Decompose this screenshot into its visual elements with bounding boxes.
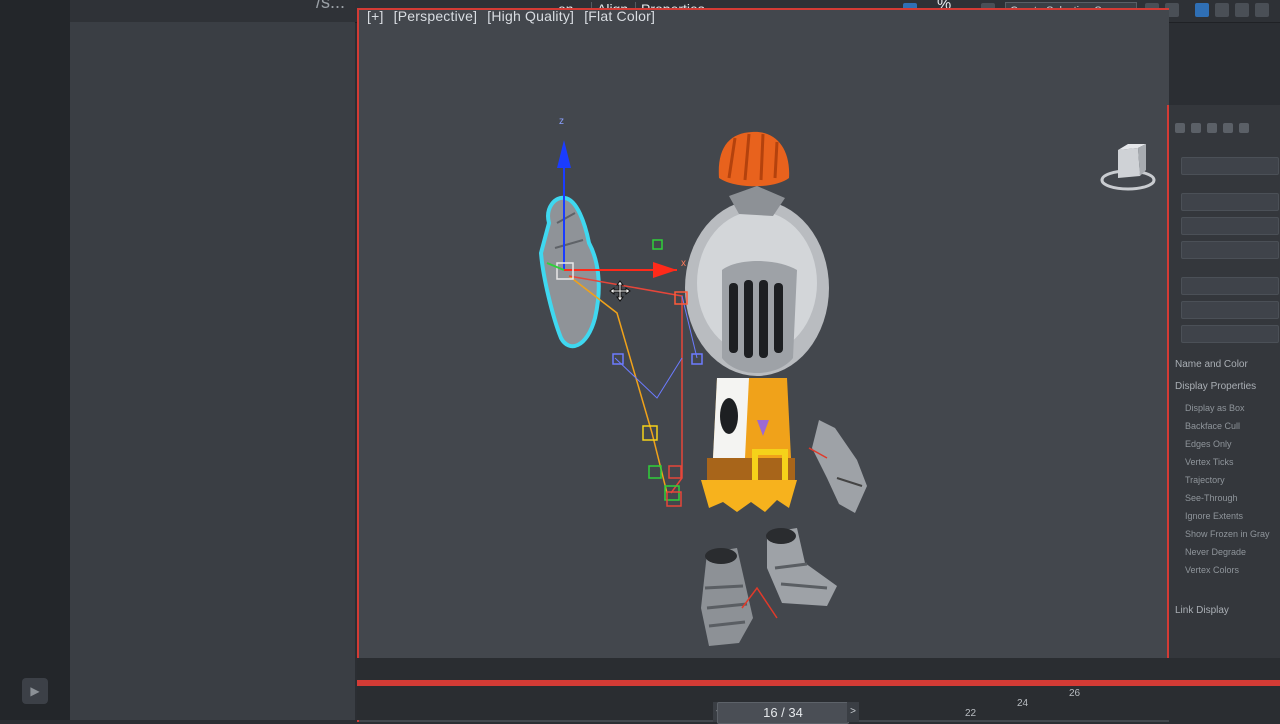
display-option-row[interactable]: Show Frozen in Gray (1185, 529, 1270, 539)
play-icon: ▶ (30, 684, 40, 698)
knight-helmet (685, 186, 829, 376)
move-cursor-icon (609, 280, 631, 302)
timeline-tick-label: 24 (1017, 698, 1029, 709)
display-option-row[interactable]: Display as Box (1185, 403, 1245, 413)
display-tab-icon[interactable] (1239, 123, 1249, 133)
command-panel-tabs[interactable] (1175, 123, 1279, 141)
command-panel-button[interactable] (1181, 301, 1279, 319)
viewcube-icon[interactable] (1100, 140, 1156, 196)
motion-tab-icon[interactable] (1223, 123, 1233, 133)
command-panel: Name and Color Display Properties Displa… (1167, 105, 1280, 720)
ik-bone-chain[interactable] (568, 239, 703, 507)
material-editor-icon[interactable] (1215, 3, 1229, 17)
knight-boots (701, 528, 837, 646)
knight-right-gauntlet (808, 420, 867, 513)
left-panel: /s... (70, 0, 355, 720)
monitor-bezel (0, 0, 70, 720)
knight-helmet-plume (718, 131, 790, 187)
display-option-row[interactable]: Edges Only (1185, 439, 1232, 449)
command-panel-button[interactable] (1181, 217, 1279, 235)
timeline-tick-label: 26 (1069, 688, 1081, 699)
left-panel-topbar: /s... (70, 0, 355, 22)
timeline: < 16 / 34 > 22 24 26 (357, 658, 1280, 724)
display-option-row[interactable]: Ignore Extents (1185, 511, 1243, 521)
command-panel-section[interactable]: Link Display (1175, 605, 1229, 616)
gizmo-x-label: x (681, 258, 686, 269)
command-panel-button[interactable] (1181, 325, 1279, 343)
left-panel-corner-text: /s... (315, 0, 345, 12)
time-slider-thumb[interactable]: 16 / 34 (717, 702, 849, 724)
display-option-row[interactable]: See-Through (1185, 493, 1238, 503)
display-option-row[interactable]: Vertex Colors (1185, 565, 1239, 575)
selected-left-gauntlet[interactable] (538, 195, 601, 349)
display-option-row[interactable]: Trajectory (1185, 475, 1225, 485)
command-panel-button[interactable] (1181, 241, 1279, 259)
chevron-right-icon: > (850, 706, 856, 717)
play-button[interactable]: ▶ (22, 678, 48, 704)
knight-torso (701, 378, 797, 512)
create-tab-icon[interactable] (1175, 123, 1185, 133)
display-option-row[interactable]: Never Degrade (1185, 547, 1246, 557)
render-icon[interactable] (1255, 3, 1269, 17)
command-panel-section[interactable]: Display Properties (1175, 381, 1256, 392)
scene-canvas[interactable]: x z (357, 8, 1167, 658)
next-frame-button[interactable]: > (847, 702, 859, 722)
render-setup-icon[interactable] (1235, 3, 1249, 17)
command-panel-button[interactable] (1181, 277, 1279, 295)
graph-editor-icon[interactable] (1195, 3, 1209, 17)
display-option-row[interactable]: Vertex Ticks (1185, 457, 1234, 467)
hierarchy-tab-icon[interactable] (1207, 123, 1217, 133)
timeline-tick-label: 22 (965, 708, 977, 719)
time-slider-track[interactable] (357, 680, 1280, 686)
command-panel-button[interactable] (1181, 157, 1279, 175)
command-panel-button[interactable] (1181, 193, 1279, 211)
command-panel-section[interactable]: Name and Color (1175, 359, 1248, 370)
gizmo-z-label: z (559, 116, 564, 127)
display-option-row[interactable]: Backface Cull (1185, 421, 1240, 431)
modify-tab-icon[interactable] (1191, 123, 1201, 133)
